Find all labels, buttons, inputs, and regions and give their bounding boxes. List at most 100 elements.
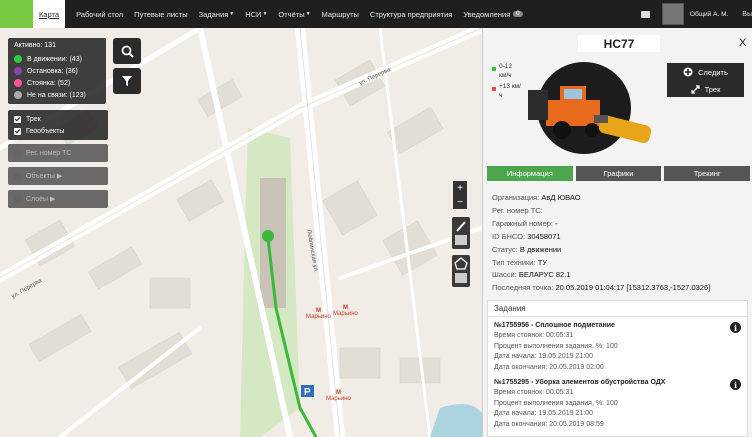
search-button[interactable] — [113, 38, 141, 64]
nav-item-tasks[interactable]: Задания ▼ — [199, 10, 235, 19]
plus-circle-icon — [683, 67, 693, 77]
nav-item-label: НСИ — [245, 9, 262, 19]
svg-text:P: P — [304, 387, 311, 398]
task-title: №1755295 - Уборка элементов обустройства… — [494, 379, 666, 386]
metro-marker[interactable]: М Марьино — [333, 305, 358, 317]
vehicle-status-panel: Активно: 131 В движении: (43) Остановка:… — [8, 38, 106, 104]
info-tabs: Информация Графики Трекинг — [487, 166, 751, 181]
layers-panel: Трек Геообъекты — [8, 110, 108, 140]
status-dot — [14, 79, 22, 87]
layers-filter[interactable]: Слоёы ▶ — [8, 190, 108, 208]
filter-icon — [122, 76, 132, 86]
nav-item-nsi[interactable]: НСИ ▼ — [245, 10, 267, 19]
tab-charts[interactable]: Графики — [575, 166, 662, 181]
reg-number-filter[interactable]: Рег. номер ТС — [8, 144, 108, 162]
caret-down-icon: ▼ — [305, 11, 311, 17]
info-value: АвД ЮВАО — [541, 193, 581, 202]
polygon-icon — [454, 257, 468, 283]
info-value: ТУ — [537, 257, 548, 267]
nav-item-label: Рабочий стол — [76, 9, 124, 19]
checkbox-checked[interactable] — [14, 127, 21, 135]
info-icon[interactable]: i — [730, 379, 741, 390]
info-label: Последняя точка: — [492, 283, 554, 293]
task-end-date: Дата окончания: 20.05.2019 08:59 — [494, 420, 604, 428]
geo-checkbox-row[interactable]: Геообъекты — [14, 125, 102, 137]
checkbox-checked[interactable] — [14, 115, 21, 123]
info-value: 30458071 — [527, 231, 561, 241]
caret-down-icon: ▼ — [262, 11, 268, 17]
status-moving[interactable]: В движении: (43) — [14, 53, 100, 65]
track-button[interactable]: Трек — [667, 81, 744, 97]
info-label: Статус: — [492, 244, 518, 254]
metro-marker[interactable]: М Марьино — [326, 390, 351, 402]
zoom-in-button[interactable]: + — [453, 181, 467, 195]
user-area: Общий А. М. Вы — [640, 0, 752, 28]
filter-button[interactable] — [113, 68, 141, 94]
speed-legend-item: 0-12 км/ч — [492, 62, 521, 80]
tablet-icon[interactable] — [640, 10, 650, 18]
nav-item-map[interactable]: Карта — [33, 0, 66, 28]
speed-label: 0-12 км/ч — [499, 63, 513, 79]
nav-item-reports[interactable]: Отчёты ▼ — [278, 10, 310, 19]
follow-button[interactable]: Следить — [667, 63, 744, 81]
app-logo[interactable] — [0, 0, 33, 28]
task-start-date: Дата начала: 19.05.2019 21:00 — [494, 410, 593, 418]
vehicle-info: Организация: АвД ЮВАО Рег. номер ТС: Гар… — [492, 192, 710, 295]
info-row: Гаражный номер: - — [492, 218, 710, 231]
speed-legend-item: +13 км/ч — [492, 82, 521, 100]
track-checkbox-row[interactable]: Трек — [14, 113, 102, 125]
exit-link[interactable]: Вы — [742, 11, 752, 18]
nav-item-label: Путевые листы — [134, 9, 188, 19]
info-row: Тип техники: ТУ — [492, 257, 710, 270]
tasks-title: Задания — [488, 301, 747, 317]
info-row: Рег. номер ТС: — [492, 205, 710, 218]
nav-item-label: Уведомления — [463, 9, 511, 19]
info-value: В движении — [519, 244, 562, 254]
info-row: Организация: АвД ЮВАО — [492, 192, 710, 205]
close-icon[interactable]: X — [739, 37, 746, 49]
nav-item-label: Маршруты — [321, 9, 359, 19]
info-row: Статус: В движении — [492, 244, 710, 257]
task-start-date: Дата начала: 19.05.2019 21:00 — [494, 353, 593, 361]
search-icon — [121, 45, 134, 58]
status-label: Остановка: (36) — [27, 67, 78, 75]
objects-filter[interactable]: Объекты ▶ — [8, 167, 108, 185]
user-name[interactable]: Общий А. М. — [690, 11, 728, 18]
nav-item-waybills[interactable]: Путевые листы — [134, 10, 187, 19]
tab-tracking[interactable]: Трекинг — [664, 166, 751, 181]
nav-item-label: Карта — [39, 9, 60, 19]
status-dot — [14, 67, 22, 75]
info-label: ID БНСО: — [492, 231, 526, 241]
status-offline[interactable]: Не на связи: (123) — [14, 89, 100, 101]
task-item[interactable]: №1755295 - Уборка элементов обустройства… — [494, 378, 665, 430]
info-row: Последняя точка: 20.05.2019 01:04:17 [15… — [492, 282, 710, 295]
nav-item-structure[interactable]: Структура предприятия — [370, 10, 452, 19]
task-percent: Процент выполнения задания, %: 100 — [494, 399, 618, 407]
draw-tool[interactable] — [452, 217, 470, 249]
info-value: БЕЛАРУС 82.1 — [518, 270, 571, 280]
tab-info[interactable]: Информация — [487, 166, 573, 181]
metro-marker[interactable]: М Марьино — [306, 308, 331, 320]
nav-item-routes[interactable]: Маршруты — [322, 10, 359, 19]
status-stop[interactable]: Остановка: (36) — [14, 65, 100, 77]
vehicle-title: НС77 — [578, 35, 660, 52]
status-parking[interactable]: Стоянка: (52) — [14, 77, 100, 89]
status-label: Не на связи: (123) — [27, 91, 86, 99]
info-row: ID БНСО: 30458071 — [492, 231, 710, 244]
info-value: - — [554, 218, 558, 228]
task-stay-time: Время стоянок: 00:05:31 — [494, 332, 574, 340]
nav-item-label: Структура предприятия — [369, 9, 453, 19]
zoom-out-button[interactable]: − — [453, 195, 467, 209]
nav-item-desktop[interactable]: Рабочий стол — [76, 10, 123, 19]
status-dot — [14, 55, 22, 63]
task-percent: Процент выполнения задания, %: 100 — [494, 342, 618, 350]
top-navbar: Карта Рабочий стол Путевые листы Задания… — [0, 0, 752, 28]
avatar[interactable] — [661, 3, 684, 25]
nav-item-notifications[interactable]: Уведомления 0 — [463, 9, 523, 19]
polygon-tool[interactable] — [452, 255, 470, 287]
info-icon[interactable]: i — [730, 322, 741, 333]
status-label: В движении: (43) — [27, 55, 82, 63]
filter-label: Слоёы ▶ — [26, 196, 56, 203]
task-item[interactable]: №1755956 - Сплошное подметание Время сто… — [494, 321, 618, 373]
square-icon — [14, 195, 21, 203]
